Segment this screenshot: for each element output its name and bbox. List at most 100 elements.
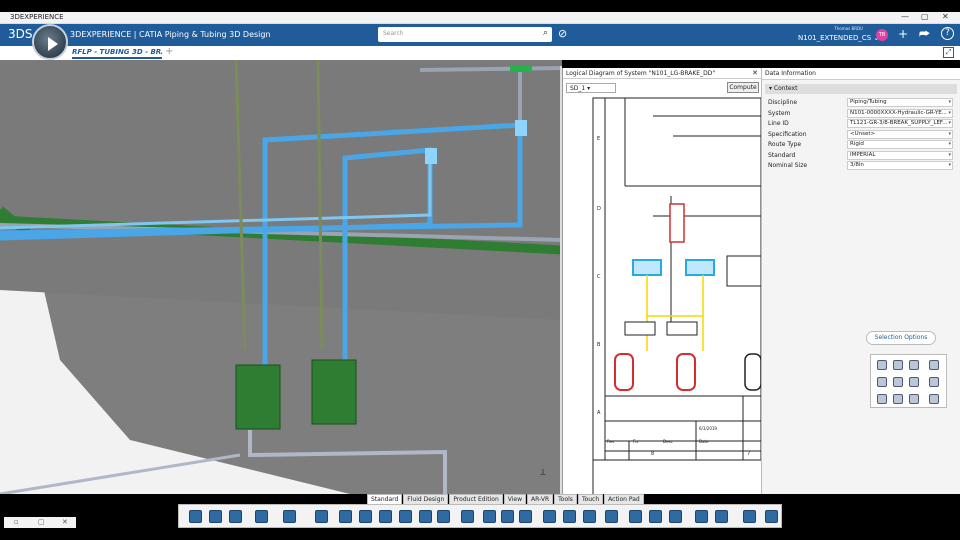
compass-play-icon[interactable]	[32, 24, 68, 60]
cut-icon[interactable]	[189, 510, 202, 523]
logical-diagram-panel[interactable]: Logical Diagram of System "N101_LG-BRAKE…	[562, 68, 762, 494]
data-information-panel: Data Information ▾ Context Discipline Pip…	[761, 68, 960, 494]
grid-icon[interactable]	[399, 510, 412, 523]
nominal-size-dropdown[interactable]: 3/8in	[847, 161, 953, 170]
select-touch-icon[interactable]	[893, 377, 903, 387]
select-inside-icon[interactable]	[909, 394, 919, 404]
prop-line-id: Line ID TL121-GR-3/8-BREAK_SUPPLY_LEF...	[765, 118, 957, 129]
minimize-button[interactable]: —	[901, 12, 909, 21]
table-icon[interactable]	[715, 510, 728, 523]
tree-icon[interactable]	[765, 510, 778, 523]
green-tee-fitting	[510, 66, 532, 72]
app-brand: 3DEXPERIENCE | CATIA Piping & Tubing 3D …	[70, 30, 271, 39]
screen-footer	[0, 528, 960, 540]
gear-icon[interactable]	[629, 510, 642, 523]
add-tab-button[interactable]: +	[165, 46, 173, 57]
row-label-a: A	[597, 410, 601, 416]
system-dropdown[interactable]: N101-0000XXXX-Hydraulic-GR-YE...	[847, 108, 953, 118]
prop-label: Line ID	[768, 120, 789, 127]
user-name: Thomas BRDU	[834, 26, 863, 31]
search-icon[interactable]: ⌕	[543, 28, 548, 38]
ds-logo[interactable]: 3DS	[8, 27, 33, 41]
select-free-icon[interactable]	[877, 394, 887, 404]
prop-label: Standard	[768, 151, 796, 159]
pin-icon[interactable]	[437, 510, 450, 523]
spec-icon[interactable]	[543, 510, 556, 523]
help-icon[interactable]: ?	[941, 27, 954, 40]
context-section-toggle[interactable]: ▾ Context	[765, 84, 957, 94]
prop-label: Discipline	[768, 99, 798, 106]
avatar[interactable]: TB	[876, 29, 888, 41]
row-label-c: C	[597, 274, 601, 280]
close-button[interactable]: ✕	[942, 12, 949, 21]
undo-icon[interactable]	[255, 510, 268, 523]
search-input[interactable]: Search ⌕	[378, 27, 552, 42]
close-icon[interactable]: ✕	[62, 518, 68, 526]
window-titlebar: 3DEXPERIENCE — ▢ ✕	[0, 12, 960, 24]
update-icon[interactable]	[283, 510, 296, 523]
specification-dropdown[interactable]: <Unset>	[847, 129, 953, 139]
diagram-icon[interactable]	[563, 510, 576, 523]
prop-label: System	[768, 109, 791, 117]
copy-icon[interactable]	[209, 510, 222, 523]
select-arrow-icon[interactable]	[877, 360, 887, 370]
table-cell-rev: Rev	[607, 439, 615, 444]
tab-rflp-tubing[interactable]: RFLP - TUBING 3D - BRAKE	[72, 48, 162, 59]
part-icon[interactable]	[461, 510, 474, 523]
wall-plane	[0, 60, 562, 320]
prop-route-type: Route Type Rigid	[765, 139, 957, 150]
delete-icon[interactable]	[501, 510, 514, 523]
mark-icon[interactable]	[669, 510, 682, 523]
select-paint-icon[interactable]	[877, 377, 887, 387]
check-icon[interactable]	[695, 510, 708, 523]
plus-icon[interactable]: +	[898, 27, 908, 41]
select-intersect-icon[interactable]	[909, 377, 919, 387]
discipline-dropdown[interactable]: Piping/Tubing	[847, 98, 953, 107]
col-label-8: 8	[651, 451, 655, 457]
select-polygon-icon[interactable]	[929, 377, 939, 387]
flow-icon[interactable]	[605, 510, 618, 523]
select-filter-icon[interactable]	[929, 394, 939, 404]
green-actuator-1	[235, 364, 281, 430]
panel-icon[interactable]	[519, 510, 532, 523]
row-label-d: D	[597, 206, 601, 212]
expand-icon[interactable]: ⤢	[943, 47, 954, 58]
standard-dropdown[interactable]: IMPERIAL	[847, 150, 953, 160]
route-icon[interactable]	[359, 510, 372, 523]
red-cylinder-2	[676, 353, 696, 391]
prop-label: Route Type	[768, 141, 802, 148]
prop-discipline: Discipline Piping/Tubing	[765, 97, 957, 108]
select-trap-icon[interactable]	[929, 360, 939, 370]
valve-icon[interactable]	[649, 510, 662, 523]
axis-gizmo: ⟂	[540, 468, 546, 478]
selection-options-button[interactable]: Selection Options	[866, 331, 936, 345]
branch-icon[interactable]	[483, 510, 496, 523]
compute-button[interactable]: Compute	[727, 82, 759, 93]
maximize-icon[interactable]: ▢	[38, 518, 45, 526]
select-outside-icon[interactable]	[893, 394, 903, 404]
share-icon[interactable]: ⮫	[919, 27, 930, 42]
route-type-dropdown[interactable]: Rigid	[847, 140, 953, 149]
insert-icon[interactable]	[315, 510, 328, 523]
diagram-sheet-selector[interactable]: SD_1 ▾	[566, 83, 616, 93]
3d-viewport[interactable]: ⟂	[0, 60, 562, 494]
action-bar	[178, 504, 782, 528]
tube-icon[interactable]	[339, 510, 352, 523]
minimized-window[interactable]: ▫ ▢ ✕	[4, 517, 76, 528]
window-title: 3DEXPERIENCE	[10, 13, 64, 21]
select-lasso-icon[interactable]	[909, 360, 919, 370]
row-label-b: B	[597, 342, 601, 348]
tag-icon[interactable]: ⊘	[558, 27, 567, 40]
tenant-selector[interactable]: N101_EXTENDED_CS ⌄	[798, 34, 879, 42]
snap-icon[interactable]	[419, 510, 432, 523]
edit-icon[interactable]	[743, 510, 756, 523]
fitting-icon[interactable]	[379, 510, 392, 523]
select-box-icon[interactable]	[893, 360, 903, 370]
line-id-dropdown[interactable]: TL121-GR-3/8-BREAK_SUPPLY_LEF...	[847, 119, 953, 128]
paste-icon[interactable]	[229, 510, 242, 523]
restore-icon[interactable]: ▫	[14, 518, 19, 526]
maximize-button[interactable]: ▢	[921, 12, 929, 21]
red-valve	[669, 203, 685, 243]
close-diagram-button[interactable]: ✕	[752, 69, 758, 77]
connect-icon[interactable]	[583, 510, 596, 523]
